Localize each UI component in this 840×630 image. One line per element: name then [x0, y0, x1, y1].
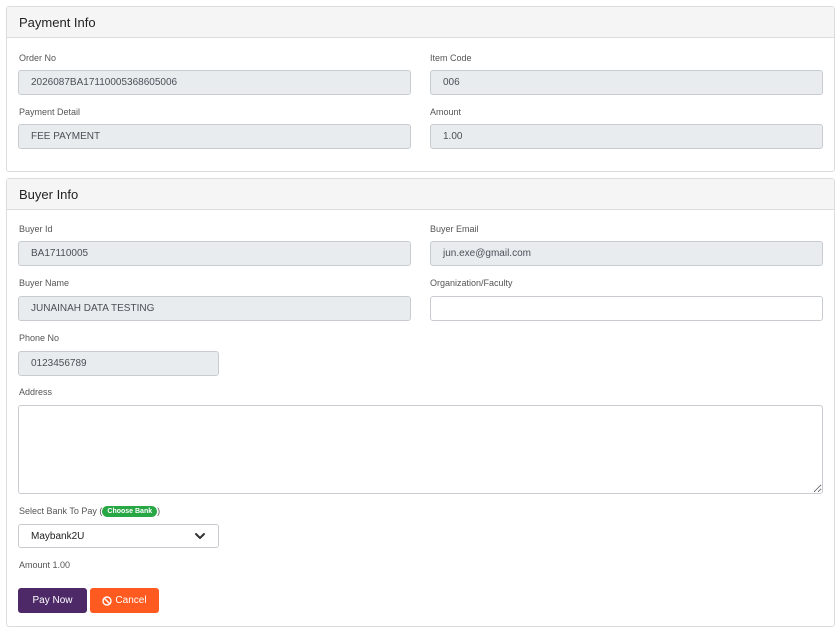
buyer-name-field[interactable]: JUNAINAH DATA TESTING [18, 296, 411, 321]
order-no-field[interactable]: 2026087BA17110005368605006 [18, 70, 411, 95]
amount-field[interactable]: 1.00 [430, 124, 823, 149]
order-no-label: Order No [19, 53, 57, 63]
chevron-down-icon [195, 533, 205, 539]
address-label: Address [19, 387, 53, 397]
address-textarea[interactable] [18, 405, 823, 494]
pay-now-button[interactable]: Pay Now [18, 588, 87, 613]
payment-info-header: Payment Info [7, 7, 834, 38]
payment-detail-label: Payment Detail [19, 107, 81, 117]
cancel-button[interactable]: Cancel [90, 588, 159, 613]
select-bank-label-suffix: ) [157, 506, 161, 516]
bank-select[interactable]: Maybank2U [18, 524, 219, 548]
buyer-info-title: Buyer Info [19, 186, 79, 202]
buyer-email-field[interactable]: jun.exe@gmail.com [430, 241, 823, 266]
amount-label: Amount [430, 107, 462, 117]
ban-icon [102, 595, 113, 606]
buyer-id-label: Buyer Id [19, 224, 53, 234]
organization-label: Organization/Faculty [430, 278, 513, 288]
choose-bank-badge: Choose Bank [102, 506, 158, 518]
item-code-label: Item Code [430, 53, 472, 63]
payment-info-title: Payment Info [19, 14, 96, 30]
buyer-id-field[interactable]: BA17110005 [18, 241, 411, 266]
phone-no-label: Phone No [19, 333, 60, 343]
select-bank-label-prefix: Select Bank To Pay ( [19, 506, 103, 516]
phone-no-field[interactable]: 0123456789 [18, 351, 219, 376]
amount-text: Amount 1.00 [19, 560, 71, 570]
pay-now-label: Pay Now [32, 595, 73, 606]
select-bank-label: Select Bank To Pay (Choose Bank) [19, 506, 161, 518]
payment-detail-field[interactable]: FEE PAYMENT [18, 124, 411, 149]
buyer-name-label: Buyer Name [19, 278, 70, 288]
buyer-info-header: Buyer Info [7, 179, 834, 210]
buyer-email-label: Buyer Email [430, 224, 479, 234]
item-code-field[interactable]: 006 [430, 70, 823, 95]
organization-input[interactable] [430, 296, 823, 321]
bank-select-value: Maybank2U [31, 530, 85, 542]
cancel-label: Cancel [115, 595, 147, 606]
